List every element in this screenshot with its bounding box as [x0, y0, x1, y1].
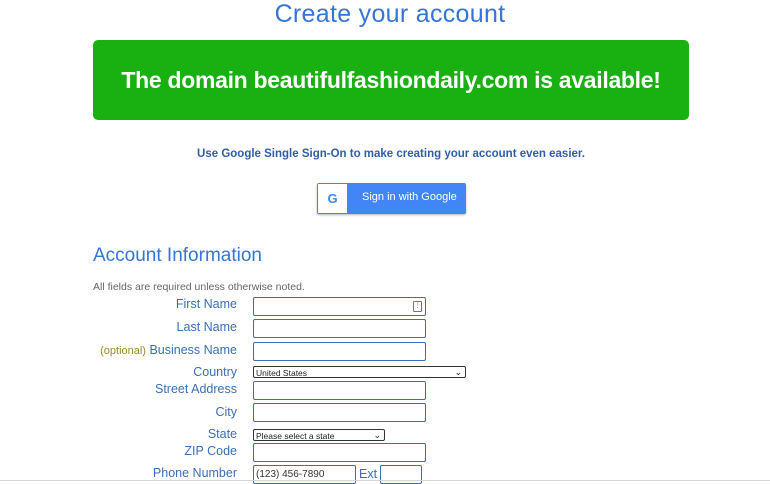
chevron-down-icon: ⌄	[454, 367, 462, 377]
last-name-input[interactable]	[253, 319, 426, 338]
divider	[0, 480, 770, 481]
last-name-label: Last Name	[176, 320, 237, 334]
phone-number-label: Phone Number	[152, 466, 237, 480]
autofill-icon[interactable]: ⋮	[413, 301, 422, 312]
page-title: Create your account	[274, 0, 506, 28]
city-input[interactable]	[253, 403, 426, 422]
first-name-label: First Name	[175, 297, 237, 311]
country-value: United States	[256, 368, 308, 378]
first-name-input[interactable]: ⋮	[253, 297, 426, 316]
required-note: All fields are required unless otherwise…	[93, 281, 305, 293]
banner-text: The domain beautifulfashiondaily.com is …	[121, 66, 661, 93]
ext-input[interactable]	[380, 465, 422, 484]
business-name-text: Business Name	[149, 343, 237, 357]
state-select[interactable]: Please select a state ⌄	[253, 429, 385, 441]
street-address-label: Street Address	[155, 382, 237, 396]
country-select[interactable]: United States ⌄	[253, 366, 466, 378]
business-name-label: (optional) Business Name	[17, 343, 237, 357]
zip-code-input[interactable]	[253, 443, 426, 462]
street-address-input[interactable]	[253, 381, 426, 400]
state-label: State	[207, 427, 237, 441]
ext-label: Ext	[359, 467, 378, 481]
optional-tag: (optional)	[100, 345, 146, 357]
state-value: Please select a state	[256, 431, 335, 441]
google-logo-letter: G	[327, 191, 338, 206]
sso-note: Use Google Single Sign-On to make creati…	[197, 148, 585, 160]
city-label: City	[215, 405, 237, 419]
domain-available-banner: The domain beautifulfashiondaily.com is …	[93, 40, 689, 120]
business-name-input[interactable]	[253, 342, 426, 361]
section-title: Account Information	[93, 245, 262, 266]
country-label: Country	[193, 365, 237, 379]
phone-number-input[interactable]: (123) 456-7890	[253, 465, 356, 484]
google-sign-in-button[interactable]: G Sign in with Google	[317, 183, 466, 214]
zip-code-label: ZIP Code	[184, 444, 237, 458]
chevron-down-icon: ⌄	[373, 430, 381, 440]
google-sign-in-label: Sign in with Google	[362, 191, 457, 203]
phone-placeholder: (123) 456-7890	[256, 469, 325, 480]
google-logo-icon: G	[318, 184, 347, 213]
